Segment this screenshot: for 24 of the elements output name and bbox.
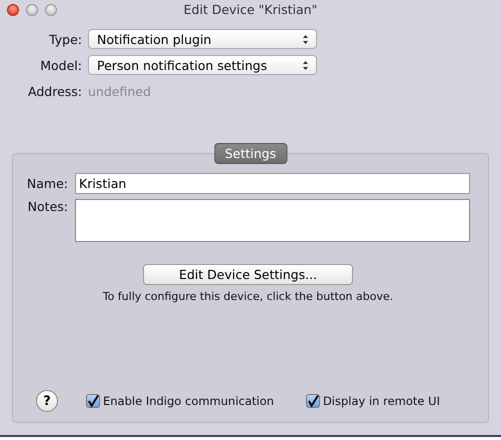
popup-menu[interactable]: Notification plugin xyxy=(88,29,317,49)
stepper-arrows-icon xyxy=(302,34,309,44)
zoom-icon[interactable] xyxy=(45,4,57,16)
minimize-icon[interactable] xyxy=(26,4,38,16)
address-value: undefined xyxy=(88,84,151,98)
field-label: Type: xyxy=(48,32,82,46)
name-field[interactable]: Kristian xyxy=(75,173,470,194)
notes-field[interactable] xyxy=(75,199,470,242)
help-button[interactable]: ? xyxy=(36,390,58,412)
field-label: Address: xyxy=(27,84,82,98)
checkbox-label: Display in remote UI xyxy=(322,394,440,408)
checkbox[interactable] xyxy=(306,394,320,408)
hint-text: To fully configure this device, click the button above. xyxy=(102,290,394,303)
stepper-arrows-icon xyxy=(302,60,309,70)
name-label: Name: xyxy=(26,176,68,191)
checkbox[interactable] xyxy=(86,394,100,408)
settings-tab[interactable]: Settings xyxy=(214,143,288,164)
field-label: Model: xyxy=(39,58,82,72)
popup-menu[interactable]: Person notification settings xyxy=(88,55,317,75)
edit-settings-button[interactable]: Edit Device Settings... xyxy=(143,264,353,285)
checkbox-label: Enable Indigo communication xyxy=(103,394,274,408)
close-icon[interactable] xyxy=(7,4,19,16)
window-title: Edit Device "Kristian" xyxy=(184,2,318,17)
notes-label: Notes: xyxy=(26,199,68,214)
